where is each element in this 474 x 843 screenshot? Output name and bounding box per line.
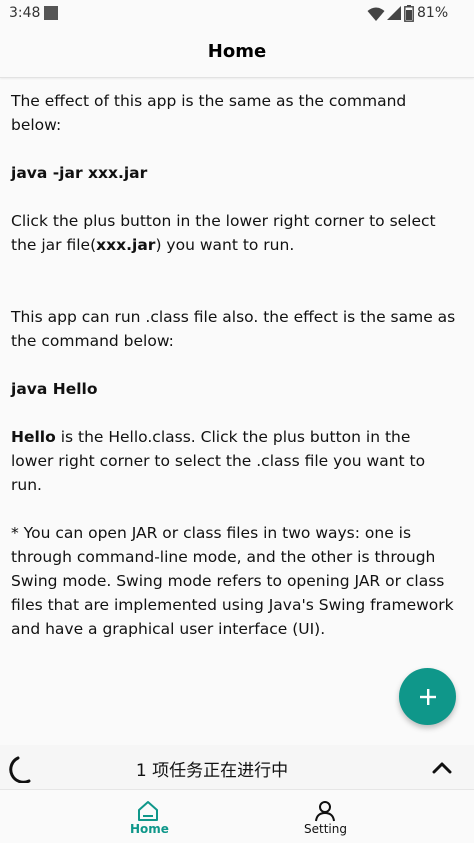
nav-label-setting: Setting	[304, 822, 347, 836]
chevron-up-icon[interactable]	[430, 758, 454, 776]
jar-instructions-suffix: ) you want to run.	[155, 236, 295, 254]
class-instructions-rest: is the Hello.class. Click the plus butto…	[11, 428, 426, 494]
plus-icon	[419, 688, 436, 705]
main-content: The effect of this app is the same as th…	[11, 89, 456, 641]
battery-icon	[404, 5, 414, 22]
class-instructions: Hello is the Hello.class. Click the plus…	[11, 425, 456, 497]
mode-note: * You can open JAR or class files in two…	[11, 524, 454, 638]
jar-filename: xxx.jar	[96, 236, 156, 254]
jar-instructions: Click the plus button in the lower right…	[11, 209, 456, 257]
hello-bold: Hello	[11, 428, 56, 446]
intro-text: The effect of this app is the same as th…	[11, 92, 407, 134]
home-icon	[138, 801, 158, 821]
task-status-bar[interactable]: 1 项任务正在进行中	[0, 745, 474, 789]
class-intro-text: This app can run .class file also. the e…	[11, 308, 456, 350]
add-file-button[interactable]	[399, 668, 456, 725]
nav-item-setting[interactable]: Setting	[207, 790, 444, 843]
signal-icon	[387, 6, 401, 20]
class-command-text: java Hello	[11, 380, 98, 398]
status-time: 3:48	[9, 5, 41, 21]
jar-command-text: java -jar xxx.jar	[11, 164, 148, 182]
notification-square-icon	[44, 6, 58, 20]
bottom-navigation: Home Setting	[0, 789, 474, 843]
status-bar: 3:48 81%	[0, 0, 474, 28]
app-bar: Home	[0, 28, 474, 78]
page-title: Home	[207, 41, 267, 62]
task-status-text: 1 项任务正在进行中	[135, 761, 289, 781]
person-icon	[315, 801, 335, 822]
battery-percent: 81%	[417, 5, 449, 21]
wifi-icon	[367, 7, 385, 21]
